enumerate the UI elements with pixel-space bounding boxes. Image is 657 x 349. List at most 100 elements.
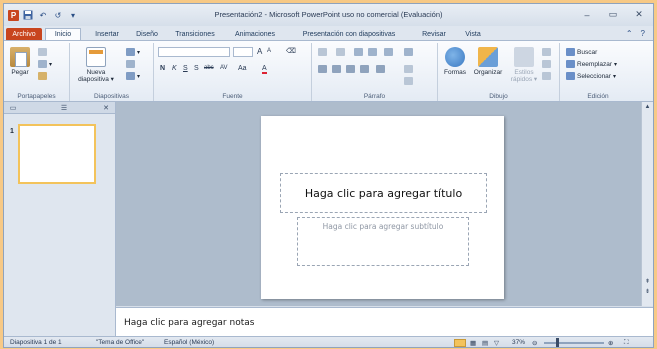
tab-archivo[interactable]: Archivo: [6, 28, 42, 40]
columns-button[interactable]: [404, 48, 413, 56]
char-spacing-button[interactable]: AV: [220, 65, 228, 71]
close-pane-icon[interactable]: ✕: [100, 103, 112, 112]
align-right-icon: [346, 65, 355, 73]
layout-icon: [126, 48, 135, 56]
shape-fill-button[interactable]: [542, 48, 551, 56]
copy-button[interactable]: ▾: [38, 60, 52, 68]
clear-format-icon[interactable]: ⌫: [286, 47, 296, 55]
arrange-button[interactable]: Organizar: [470, 47, 506, 76]
outline-tab-icon[interactable]: ☰: [58, 103, 70, 112]
slides-tab-icon[interactable]: ▭: [7, 103, 19, 112]
tab-transiciones[interactable]: Transiciones: [167, 28, 223, 40]
arrange-label: Organizar: [473, 69, 503, 76]
notes-pane[interactable]: Haga clic para agregar notas: [116, 307, 653, 336]
tab-insertar[interactable]: Insertar: [87, 28, 127, 40]
shape-effects-button[interactable]: [542, 72, 551, 80]
smartart-button[interactable]: [404, 77, 413, 85]
line-spacing-button[interactable]: [384, 48, 393, 56]
justify-button[interactable]: [360, 65, 369, 73]
decrease-indent-button[interactable]: [354, 48, 363, 56]
layout-button[interactable]: ▾: [126, 48, 140, 56]
tab-animaciones[interactable]: Animaciones: [226, 28, 284, 40]
group-dibujo: Formas Organizar Estilos rápidos ▾ Dibuj…: [438, 43, 560, 101]
font-color-button[interactable]: A: [262, 65, 267, 74]
align-right-button[interactable]: [346, 65, 355, 73]
line-spacing-icon: [384, 48, 393, 56]
section-button[interactable]: ▾: [126, 72, 140, 80]
group-diapositivas: Nueva diapositiva ▾ ▾ ▾ Diapositivas: [70, 43, 154, 101]
shape-outline-button[interactable]: [542, 60, 551, 68]
status-bar: Diapositiva 1 de 1 "Tema de Office" Espa…: [4, 336, 653, 347]
font-size-combo[interactable]: [233, 47, 253, 57]
prev-slide-icon[interactable]: ⇞: [643, 278, 652, 285]
select-button[interactable]: Seleccionar ▾: [566, 72, 616, 80]
shapes-button[interactable]: Formas: [442, 47, 468, 76]
strikethrough-button[interactable]: abc: [204, 65, 214, 71]
minimize-ribbon-icon[interactable]: ⌃: [626, 29, 633, 38]
tab-diseno[interactable]: Diseño: [129, 28, 165, 40]
fit-to-window-icon[interactable]: ⛶: [624, 339, 629, 347]
reading-view-icon[interactable]: ▤: [482, 339, 488, 347]
group-edicion: Buscar Reemplazar ▾ Seleccionar ▾ Edición: [560, 43, 636, 101]
group-label-portapapeles: Portapapeles: [17, 93, 56, 100]
minimize-button[interactable]: –: [581, 9, 593, 20]
slideshow-view-icon[interactable]: ▽: [494, 339, 499, 347]
change-case-button[interactable]: Aa: [238, 65, 247, 72]
tab-inicio[interactable]: Inicio: [45, 28, 81, 40]
shrink-font-button[interactable]: A: [267, 48, 271, 54]
columns-text-button[interactable]: [376, 65, 385, 73]
tab-presentacion[interactable]: Presentación con diapositivas: [287, 28, 411, 40]
grow-font-button[interactable]: A: [257, 47, 262, 56]
find-button[interactable]: Buscar: [566, 48, 597, 56]
shape-fill-icon: [542, 48, 551, 56]
zoom-out-icon[interactable]: ⊖: [532, 339, 537, 347]
status-language[interactable]: Español (México): [164, 339, 214, 346]
zoom-slider-thumb[interactable]: [556, 338, 559, 347]
reset-button[interactable]: [126, 60, 135, 68]
tab-vista[interactable]: Vista: [456, 28, 490, 40]
title-placeholder[interactable]: Haga clic para agregar título: [280, 173, 487, 213]
normal-view-icon[interactable]: [454, 339, 466, 347]
select-label: Seleccionar: [577, 72, 611, 80]
editor-scrollbar[interactable]: ▲ ⇞ ⇟: [641, 102, 653, 306]
text-direction-button[interactable]: [404, 65, 413, 73]
zoom-level[interactable]: 37%: [512, 339, 525, 346]
numbering-button[interactable]: [336, 48, 345, 56]
zoom-in-icon[interactable]: ⊕: [608, 339, 613, 347]
increase-indent-button[interactable]: [368, 48, 377, 56]
next-slide-icon[interactable]: ⇟: [643, 288, 652, 295]
slide-thumbnail[interactable]: [18, 124, 96, 184]
slide-sorter-icon[interactable]: ▦: [470, 339, 476, 347]
text-direction-icon: [404, 65, 413, 73]
shadow-button[interactable]: S: [194, 65, 199, 72]
notes-placeholder[interactable]: Haga clic para agregar notas: [124, 318, 254, 328]
scroll-up-icon[interactable]: ▲: [643, 104, 652, 110]
copy-icon: [38, 60, 47, 68]
underline-button[interactable]: S: [183, 65, 188, 72]
format-painter-button[interactable]: [38, 72, 47, 80]
font-name-combo[interactable]: [158, 47, 230, 57]
tab-revisar[interactable]: Revisar: [414, 28, 454, 40]
close-button[interactable]: ✕: [633, 9, 645, 20]
status-theme[interactable]: "Tema de Office": [96, 339, 144, 346]
paste-button[interactable]: Pegar: [8, 47, 32, 76]
text-columns-icon: [376, 65, 385, 73]
bullets-button[interactable]: [318, 48, 327, 56]
shape-effects-icon: [542, 72, 551, 80]
group-label-dibujo: Dibujo: [489, 93, 508, 100]
title-bar: P ↶ ↺ ▾ Presentación2 - Microsoft PowerP…: [4, 4, 653, 26]
replace-button[interactable]: Reemplazar ▾: [566, 60, 617, 68]
bold-button[interactable]: N: [160, 65, 165, 72]
paste-label: Pegar: [11, 69, 29, 76]
cut-button[interactable]: [38, 48, 47, 56]
align-center-button[interactable]: [332, 65, 341, 73]
quick-styles-button[interactable]: Estilos rápidos ▾: [510, 47, 538, 83]
italic-button[interactable]: K: [172, 65, 177, 72]
align-left-button[interactable]: [318, 65, 327, 73]
slide-canvas[interactable]: Haga clic para agregar título Haga clic …: [261, 116, 504, 299]
maximize-button[interactable]: ▭: [607, 9, 619, 20]
subtitle-placeholder[interactable]: Haga clic para agregar subtítulo: [297, 217, 469, 266]
help-icon[interactable]: ?: [641, 29, 645, 38]
new-slide-button[interactable]: Nueva diapositiva ▾: [76, 47, 116, 83]
zoom-slider[interactable]: [544, 342, 604, 344]
